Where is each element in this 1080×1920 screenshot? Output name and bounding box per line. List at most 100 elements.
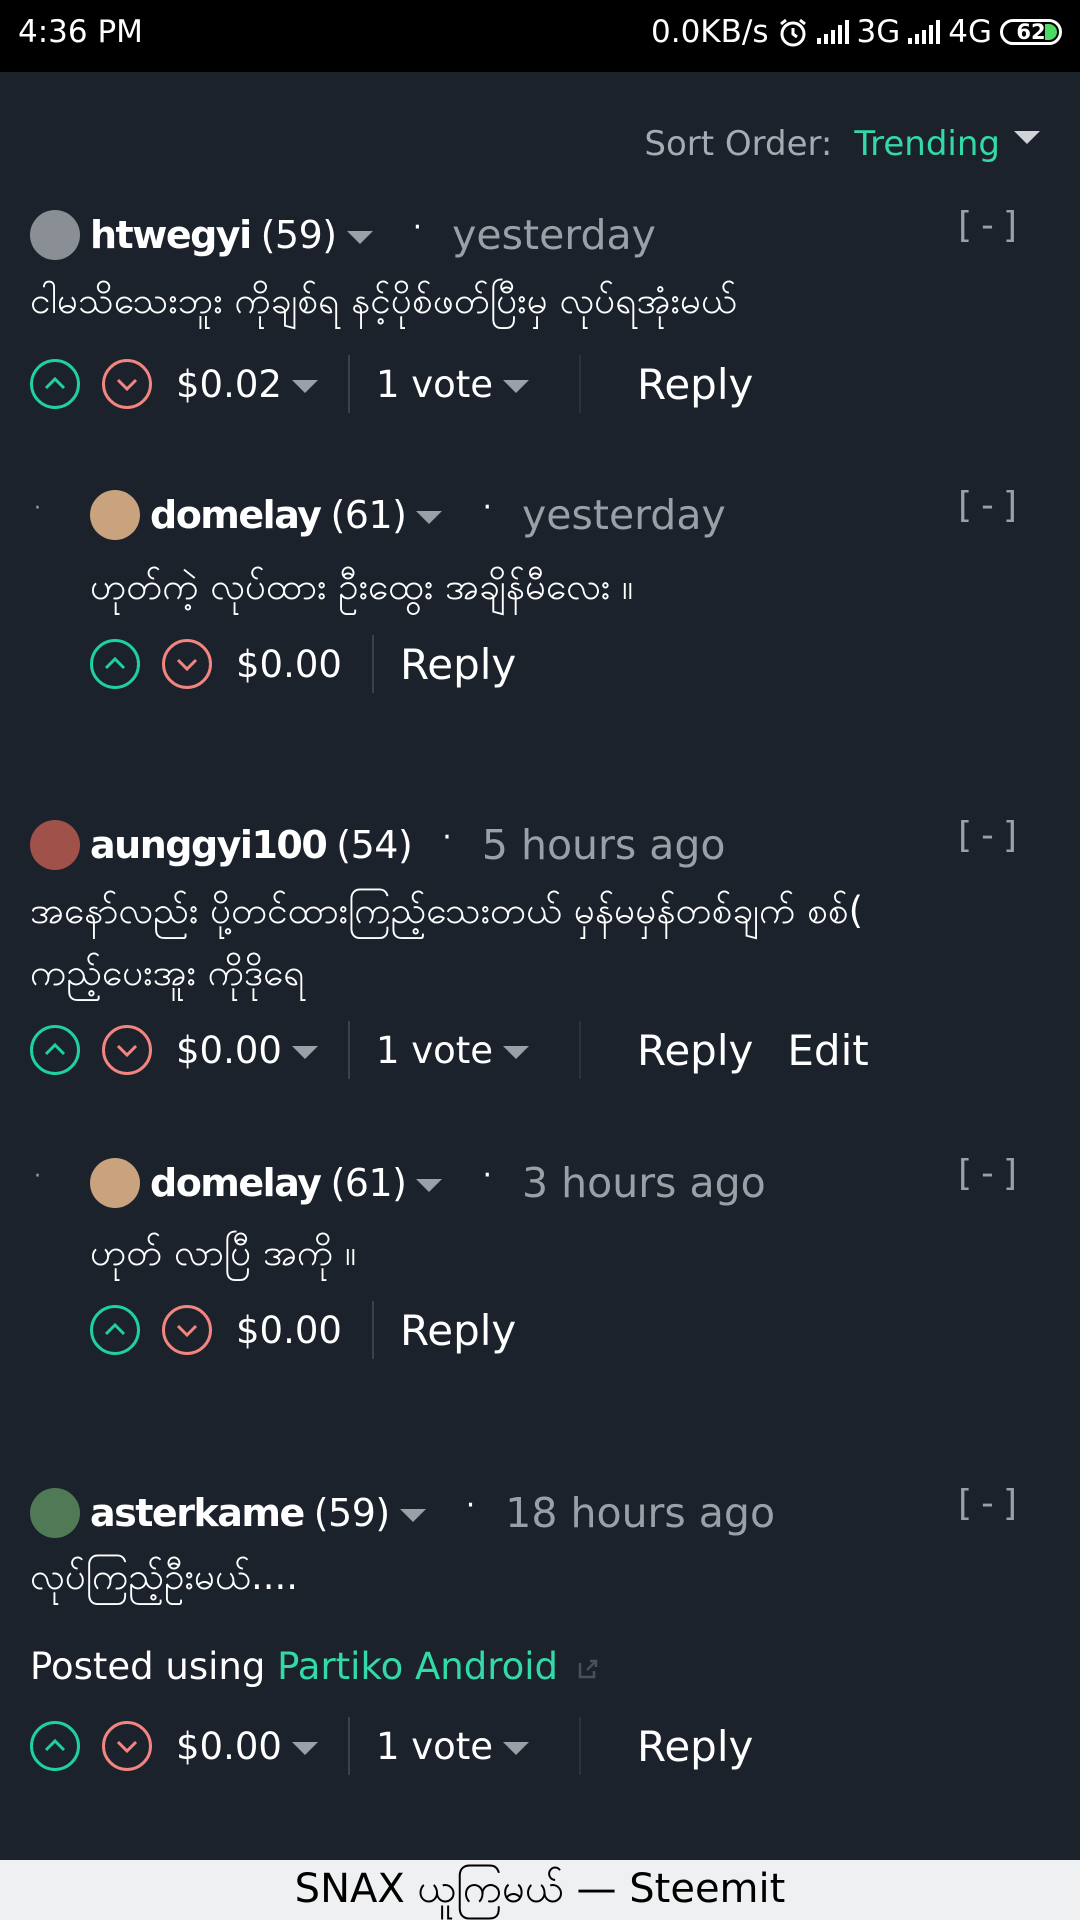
- author-menu-chevron-icon[interactable]: [346, 230, 373, 244]
- comment-header: asterkame (59) · 18 hours ago: [30, 1488, 775, 1538]
- comment-header: domelay (61) · 3 hours ago: [90, 1158, 766, 1208]
- reply-button[interactable]: Reply: [637, 1026, 753, 1075]
- author-name[interactable]: htwegyi: [90, 213, 252, 257]
- partiko-link[interactable]: Partiko Android: [277, 1645, 558, 1688]
- page-title-bar: SNAX ယူကြမယ် — Steemit: [0, 1860, 1080, 1920]
- chevron-down-icon: [176, 658, 198, 672]
- reply-button[interactable]: Reply: [637, 1722, 753, 1771]
- divider: [579, 1021, 582, 1079]
- comment-actions: $0.00 Reply: [90, 635, 516, 693]
- avatar[interactable]: [30, 820, 80, 870]
- posted-using-label: Posted using: [30, 1645, 266, 1688]
- chevron-down-icon: [116, 1740, 138, 1754]
- author-name[interactable]: domelay: [150, 1161, 322, 1205]
- net-speed: 0.0KB/s: [651, 14, 769, 50]
- author-name[interactable]: domelay: [150, 493, 322, 537]
- status-icons: 0.0KB/s 3G 4G 62: [651, 14, 1062, 50]
- comment-header: domelay (61) · yesterday: [90, 490, 726, 540]
- divider: [371, 1301, 374, 1359]
- upvote-button[interactable]: [30, 359, 80, 409]
- vote-count[interactable]: 1 vote: [376, 1029, 493, 1072]
- comment-time[interactable]: yesterday: [522, 491, 726, 539]
- collapse-button[interactable]: [-]: [953, 815, 1024, 856]
- payout-value[interactable]: $0.02: [176, 363, 282, 406]
- votes-chevron-icon[interactable]: [503, 1741, 530, 1755]
- comment-body: အနော်လည်း ပို့တင်ထားကြည့်သေးတယ် မှန်မမှန…: [30, 880, 1070, 1004]
- author-name[interactable]: asterkame: [90, 1491, 305, 1535]
- collapse-button[interactable]: [-]: [953, 1153, 1024, 1194]
- author-name[interactable]: aunggyi100: [90, 823, 328, 867]
- reply-button[interactable]: Reply: [400, 1306, 516, 1355]
- comment-time[interactable]: 3 hours ago: [522, 1159, 766, 1207]
- comment-body: ဟုတ်ကဲ့ လုပ်ထား ဦးထွေး အချိန်မီလေး ။: [90, 556, 1060, 618]
- alarm-clock-icon: [779, 18, 806, 47]
- downvote-button[interactable]: [162, 639, 212, 689]
- author-menu-chevron-icon[interactable]: [416, 1178, 443, 1192]
- comment-time[interactable]: yesterday: [452, 211, 656, 259]
- divider: [347, 1717, 350, 1775]
- network-label-2: 4G: [948, 14, 992, 50]
- payout-value[interactable]: $0.00: [236, 643, 342, 686]
- chevron-up-icon: [44, 1042, 66, 1056]
- chevron-up-icon: [104, 656, 126, 670]
- comment-actions: $0.02 1 vote Reply: [30, 355, 753, 413]
- avatar[interactable]: [90, 490, 140, 540]
- thread-marker: ·: [34, 496, 41, 521]
- chevron-up-icon: [44, 1738, 66, 1752]
- comment-time[interactable]: 18 hours ago: [505, 1489, 775, 1537]
- upvote-button[interactable]: [90, 639, 140, 689]
- vote-count[interactable]: 1 vote: [376, 1725, 493, 1768]
- sort-order-value[interactable]: Trending: [854, 124, 1000, 164]
- comment-actions: $0.00 1 vote Reply Edit: [30, 1021, 869, 1079]
- author-reputation: (59): [313, 1491, 391, 1535]
- votes-chevron-icon[interactable]: [503, 379, 530, 393]
- upvote-button[interactable]: [30, 1721, 80, 1771]
- external-link-icon: [578, 1659, 598, 1678]
- status-bar: 4:36 PM 0.0KB/s 3G 4G 62: [0, 0, 1080, 72]
- comment-body: ငါမသိသေးဘူး ကိုချစ်ရ နင့်ပိုစ်ဖတ်ပြီးမှ …: [30, 270, 1060, 332]
- comment-text-line: ငါမသိသေးဘူး ကိုချစ်ရ နင့်ပိုစ်ဖတ်ပြီးမှ …: [30, 279, 737, 322]
- downvote-button[interactable]: [102, 1025, 152, 1075]
- upvote-button[interactable]: [90, 1305, 140, 1355]
- chevron-down-icon: [176, 1324, 198, 1338]
- payout-value[interactable]: $0.00: [176, 1725, 282, 1768]
- payout-value[interactable]: $0.00: [236, 1309, 342, 1352]
- network-label-1: 3G: [856, 14, 901, 50]
- signal-icon: [908, 20, 941, 44]
- author-reputation: (54): [336, 823, 413, 867]
- comment-time[interactable]: 5 hours ago: [482, 821, 726, 869]
- votes-chevron-icon[interactable]: [503, 1045, 530, 1059]
- payout-chevron-icon[interactable]: [291, 1045, 318, 1059]
- collapse-button[interactable]: [-]: [953, 1483, 1024, 1524]
- avatar[interactable]: [90, 1158, 140, 1208]
- avatar[interactable]: [30, 1488, 80, 1538]
- chevron-down-icon[interactable]: [1014, 130, 1040, 144]
- collapse-button[interactable]: [-]: [953, 205, 1024, 246]
- chevron-down-icon: [116, 1044, 138, 1058]
- payout-chevron-icon[interactable]: [291, 1741, 318, 1755]
- author-menu-chevron-icon[interactable]: [399, 1508, 426, 1522]
- payout-chevron-icon[interactable]: [291, 379, 318, 393]
- downvote-button[interactable]: [102, 1721, 152, 1771]
- sort-order[interactable]: Sort Order: Trending: [644, 124, 1040, 164]
- reply-button[interactable]: Reply: [637, 360, 753, 409]
- separator-dot: ·: [465, 1487, 476, 1523]
- collapse-button[interactable]: [-]: [953, 485, 1024, 526]
- status-time: 4:36 PM: [18, 14, 143, 50]
- separator-dot: ·: [482, 489, 493, 525]
- upvote-button[interactable]: [30, 1025, 80, 1075]
- downvote-button[interactable]: [102, 359, 152, 409]
- comment-text-line: ဟုတ် လာပြီ အကို ။: [90, 1231, 357, 1274]
- vote-count[interactable]: 1 vote: [376, 363, 493, 406]
- reply-button[interactable]: Reply: [400, 640, 516, 689]
- edit-button[interactable]: Edit: [787, 1026, 868, 1075]
- author-menu-chevron-icon[interactable]: [416, 510, 443, 524]
- downvote-button[interactable]: [162, 1305, 212, 1355]
- avatar[interactable]: [30, 210, 80, 260]
- comment-body: လုပ်ကြည့်ဦးမယ်....: [30, 1546, 1060, 1608]
- payout-value[interactable]: $0.00: [176, 1029, 282, 1072]
- signal-icon: [816, 20, 849, 44]
- separator-dot: ·: [442, 819, 452, 855]
- divider: [371, 635, 374, 693]
- battery-icon: 62: [1000, 19, 1062, 45]
